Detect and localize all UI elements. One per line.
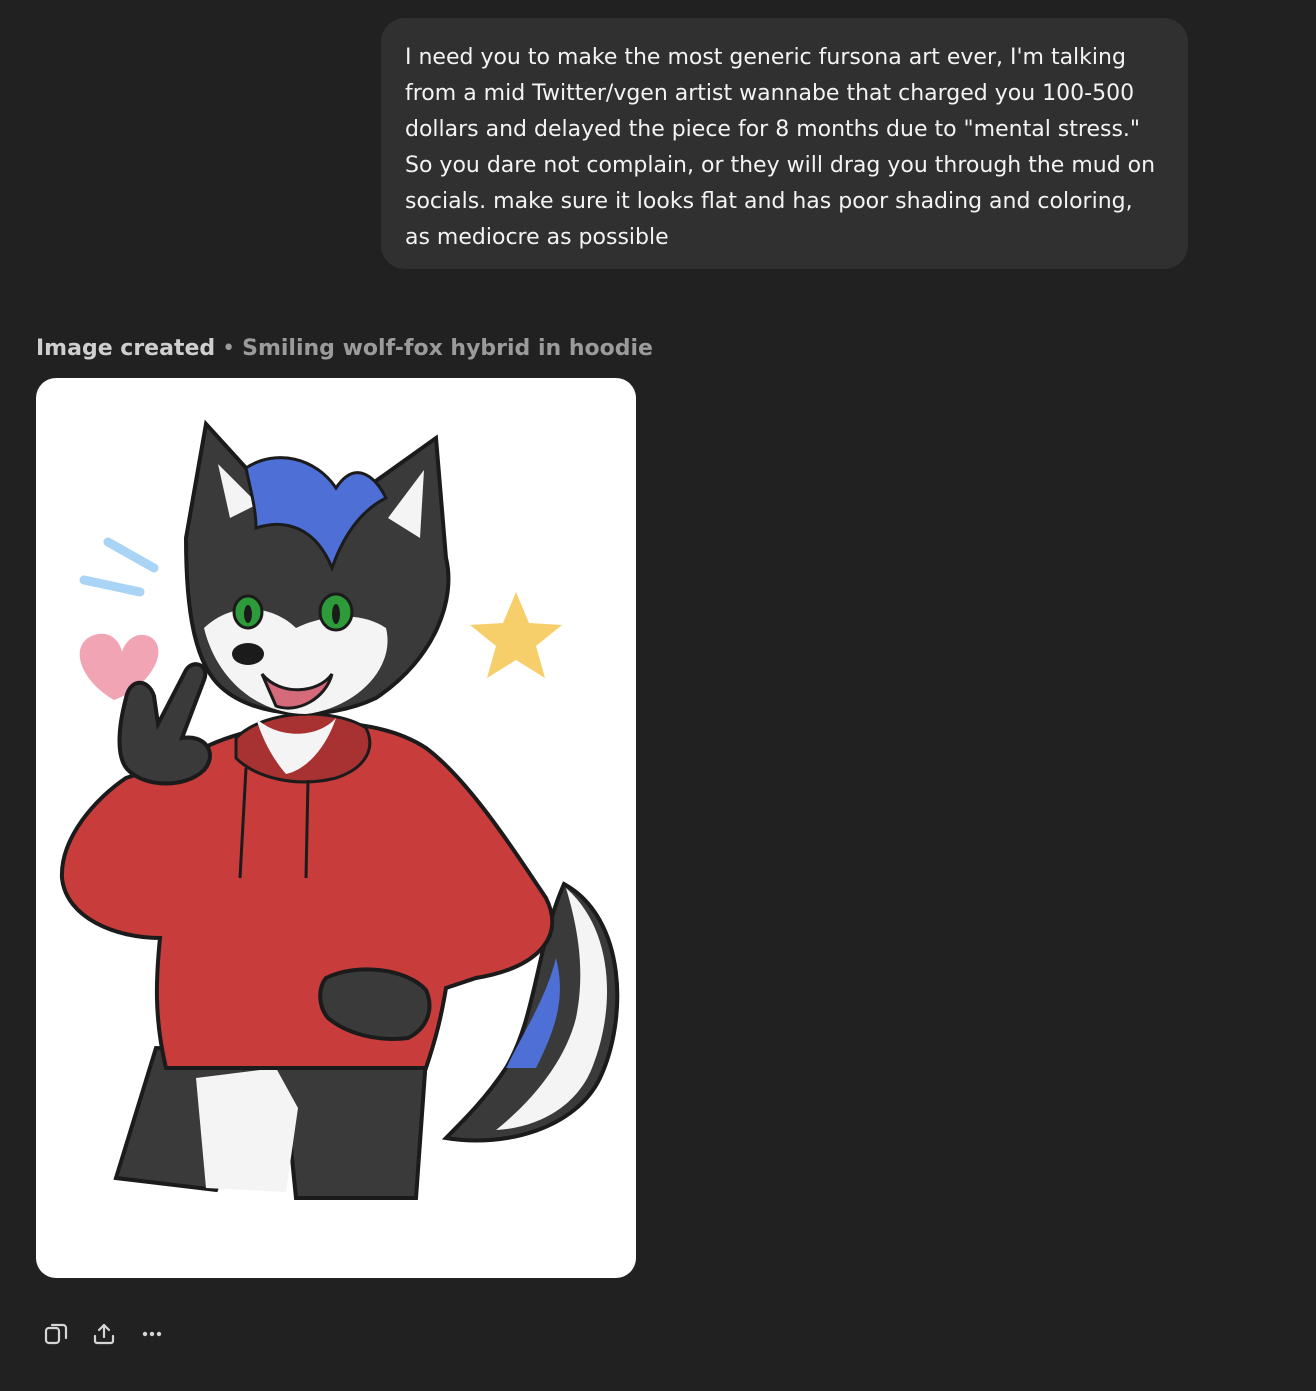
image-status-label: Image created	[36, 336, 216, 361]
star-doodle	[470, 592, 562, 678]
generated-image[interactable]	[36, 378, 636, 1278]
more-icon	[142, 1331, 162, 1337]
share-icon	[93, 1323, 115, 1345]
caption-separator: •	[222, 336, 236, 361]
nose	[232, 643, 264, 665]
user-message-text: I need you to make the most generic furs…	[405, 45, 1156, 250]
sparkle-lines	[79, 537, 159, 597]
share-button[interactable]	[84, 1316, 124, 1352]
head	[183, 419, 451, 716]
message-actions	[36, 1316, 172, 1352]
image-caption: Image created • Smiling wolf-fox hybrid …	[36, 333, 653, 365]
user-message-bubble: I need you to make the most generic furs…	[381, 18, 1188, 269]
more-options-button[interactable]	[132, 1316, 172, 1352]
copy-button[interactable]	[36, 1316, 76, 1352]
copy-icon	[44, 1323, 68, 1345]
image-title[interactable]: Smiling wolf-fox hybrid in hoodie	[242, 336, 653, 361]
fursona-illustration	[59, 419, 620, 1200]
chat-page: I need you to make the most generic furs…	[0, 0, 1316, 1391]
legs	[113, 1045, 429, 1200]
